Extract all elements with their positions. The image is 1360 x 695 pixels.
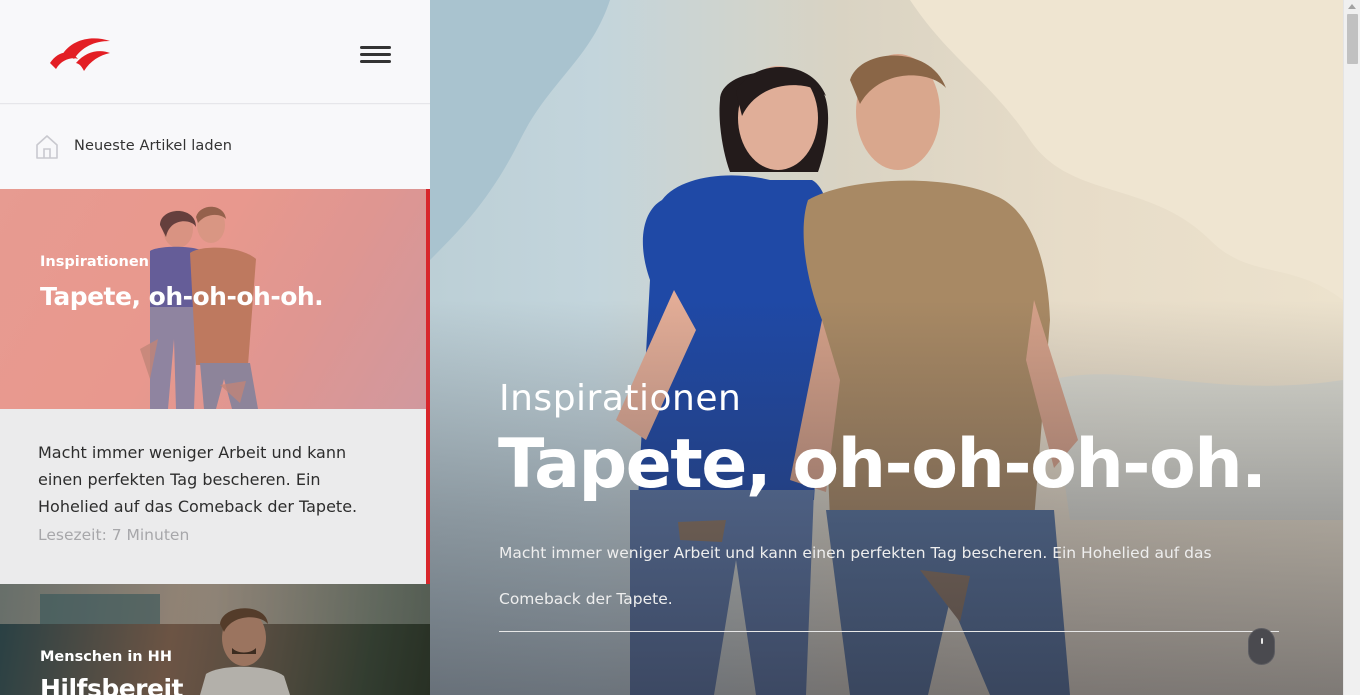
sidebar: Neueste Artikel laden Inspirationen Tape… (0, 0, 430, 695)
article-description: Macht immer weniger Arbeit und kann eine… (38, 443, 358, 516)
article-card-image: Inspirationen Tapete, oh-oh-oh-oh. (0, 189, 426, 409)
article-title: Hilfsbereit (40, 674, 183, 695)
hero-divider (499, 631, 1279, 632)
hero-title[interactable]: Tapete, oh-oh-oh-oh. (498, 425, 1267, 504)
bird-wings-logo-icon[interactable] (48, 33, 112, 73)
hero-category: Inspirationen (499, 378, 742, 419)
article-card[interactable]: Menschen in HH Hilfsbereit (0, 584, 430, 695)
article-card-body: Macht immer weniger Arbeit und kann eine… (0, 409, 426, 584)
article-category: Inspirationen (40, 254, 149, 270)
article-category: Menschen in HH (40, 649, 172, 665)
scrollbar-thumb[interactable] (1347, 14, 1358, 64)
scroll-up-arrow-icon[interactable] (1348, 4, 1356, 9)
page-scrollbar[interactable] (1343, 0, 1360, 695)
hero-article[interactable]: Inspirationen Tapete, oh-oh-oh-oh. Macht… (430, 0, 1343, 695)
load-latest-articles-link[interactable]: Neueste Artikel laden (0, 105, 430, 189)
hamburger-menu-icon[interactable] (360, 46, 391, 66)
load-latest-articles-label: Neueste Artikel laden (74, 138, 233, 154)
hero-description: Macht immer weniger Arbeit und kann eine… (499, 544, 1212, 608)
article-title: Tapete, oh-oh-oh-oh. (40, 282, 324, 311)
home-icon (36, 135, 58, 159)
article-reading-time: Lesezeit: 7 Minuten (38, 526, 190, 544)
article-card-active[interactable]: Inspirationen Tapete, oh-oh-oh-oh. Macht… (0, 189, 430, 584)
scroll-down-mouse-icon[interactable] (1248, 628, 1275, 665)
sidebar-header (0, 0, 430, 104)
